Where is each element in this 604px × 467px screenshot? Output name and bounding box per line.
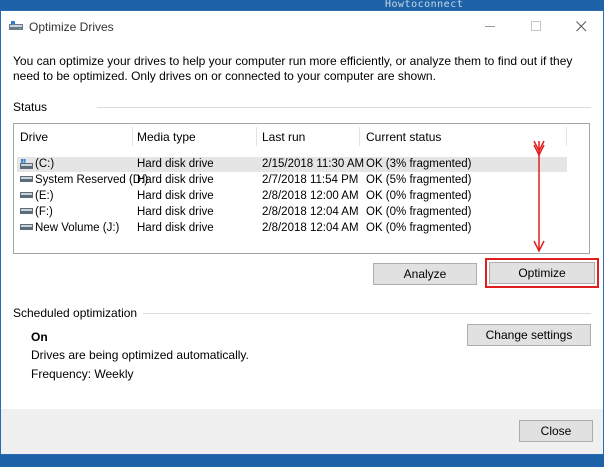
maximize-button[interactable]: [514, 11, 560, 42]
scheduled-divider: [143, 313, 591, 314]
last-run: 2/8/2018 12:00 AM: [262, 190, 359, 202]
drive-name: System Reserved (D:): [35, 174, 149, 186]
close-button[interactable]: Close: [519, 420, 593, 442]
drive-name: (F:): [35, 206, 53, 218]
close-icon: [576, 21, 587, 32]
column-header-last-run[interactable]: Last run: [262, 130, 305, 144]
drive-row-f[interactable]: (F:) Hard disk drive 2/8/2018 12:04 AM O…: [17, 205, 567, 220]
schedule-description: Drives are being optimized automatically…: [31, 348, 249, 362]
column-header-drive[interactable]: Drive: [20, 130, 48, 144]
close-window-button[interactable]: [559, 11, 604, 42]
annotation-arrow: [533, 140, 545, 253]
hard-drive-icon: [20, 224, 33, 230]
current-status: OK (5% fragmented): [366, 174, 472, 186]
drives-list[interactable]: Drive Media type Last run Current status…: [13, 123, 590, 254]
status-divider: [97, 107, 591, 108]
title-bar[interactable]: Optimize Drives: [1, 11, 603, 42]
drive-name: (E:): [35, 190, 54, 202]
schedule-state: On: [31, 330, 48, 344]
column-separator: [359, 127, 360, 146]
hard-drive-icon: [20, 208, 33, 214]
column-separator: [132, 127, 133, 146]
current-status: OK (0% fragmented): [366, 222, 472, 234]
media-type: Hard disk drive: [137, 158, 214, 170]
drive-row-e[interactable]: (E:) Hard disk drive 2/8/2018 12:00 AM O…: [17, 189, 567, 204]
drive-row-j[interactable]: New Volume (J:) Hard disk drive 2/8/2018…: [17, 221, 567, 236]
watermark: Howtoconnect: [385, 0, 464, 10]
column-header-current-status[interactable]: Current status: [366, 130, 441, 144]
column-header-media-type[interactable]: Media type: [137, 130, 196, 144]
current-status: OK (0% fragmented): [366, 190, 472, 202]
optimize-drives-app-icon: [9, 21, 23, 30]
hard-drive-icon: [20, 176, 33, 182]
optimize-highlight-box: [485, 258, 599, 288]
media-type: Hard disk drive: [137, 206, 214, 218]
drive-name: (C:): [35, 158, 55, 170]
status-section-label: Status: [13, 100, 48, 114]
current-status: OK (3% fragmented): [366, 158, 472, 170]
drive-name: New Volume (J:): [35, 222, 120, 234]
schedule-frequency: Frequency: Weekly: [31, 367, 134, 381]
minimize-button[interactable]: [468, 11, 514, 42]
media-type: Hard disk drive: [137, 174, 214, 186]
last-run: 2/8/2018 12:04 AM: [262, 206, 359, 218]
scheduled-section-label: Scheduled optimization: [13, 306, 138, 320]
media-type: Hard disk drive: [137, 190, 214, 202]
intro-text: You can optimize your drives to help you…: [13, 54, 573, 83]
drive-row-d[interactable]: System Reserved (D:) Hard disk drive 2/7…: [17, 173, 567, 188]
footer-bar: Close: [1, 409, 603, 454]
windows-drive-icon: [20, 159, 33, 169]
optimize-drives-window: Optimize Drives You can optimize your dr…: [0, 10, 604, 455]
last-run: 2/8/2018 12:04 AM: [262, 222, 359, 234]
window-title: Optimize Drives: [29, 20, 114, 34]
hard-drive-icon: [20, 192, 33, 198]
current-status: OK (0% fragmented): [366, 206, 472, 218]
media-type: Hard disk drive: [137, 222, 214, 234]
maximize-icon: [531, 21, 541, 31]
drive-row-c[interactable]: (C:) Hard disk drive 2/15/2018 11:30 AM …: [17, 157, 567, 172]
last-run: 2/7/2018 11:54 PM: [262, 174, 359, 186]
column-separator: [256, 127, 257, 146]
analyze-button[interactable]: Analyze: [373, 263, 477, 285]
last-run: 2/15/2018 11:30 AM: [262, 158, 365, 170]
change-settings-button[interactable]: Change settings: [467, 324, 591, 346]
minimize-icon: [485, 26, 495, 27]
column-separator: [566, 127, 567, 146]
taskbar: [0, 455, 604, 467]
